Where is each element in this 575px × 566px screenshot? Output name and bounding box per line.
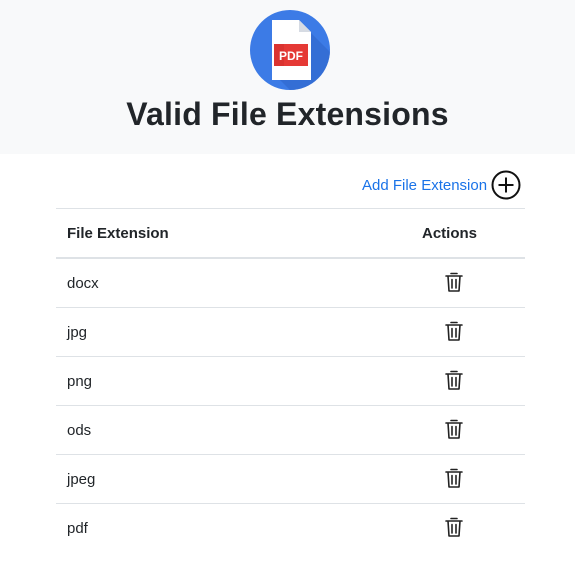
table-row: jpeg [56,455,525,504]
page-title: Valid File Extensions [126,96,449,132]
table-row: pdf [56,504,525,553]
table-row: jpg [56,308,525,357]
trash-icon [444,468,463,488]
table-body: docx jpg png ods jpeg pdf [56,259,525,553]
delete-button[interactable] [442,270,466,294]
column-header-actions: Actions [421,224,477,242]
extension-cell: jpeg [67,470,96,488]
add-extension-link[interactable]: Add File Extension [362,177,487,194]
table-header: File Extension Actions [56,209,525,259]
column-header-extension: File Extension [67,224,169,242]
extension-cell: jpg [67,323,88,341]
delete-button[interactable] [442,368,466,392]
delete-button[interactable] [442,417,466,441]
actions-cell [356,417,525,444]
actions-cell [356,270,525,297]
actions-cell [356,319,525,346]
trash-icon [444,517,463,537]
table-row: ods [56,406,525,455]
add-extension-row: Add File Extension [362,170,521,200]
logo-text: PDF [279,49,303,63]
extension-cell: pdf [67,520,88,537]
extension-cell: png [67,372,93,390]
trash-icon [444,419,463,439]
delete-button[interactable] [442,466,466,490]
actions-cell [356,515,525,542]
plus-circle-icon[interactable] [491,170,521,200]
trash-icon [444,370,463,390]
pdf-logo: PDF [250,10,330,90]
delete-button[interactable] [442,515,466,539]
trash-icon [444,321,463,341]
pdf-file-icon: PDF [272,20,330,90]
extension-cell: ods [67,421,92,439]
actions-cell [356,368,525,395]
actions-cell [356,466,525,493]
table-row: docx [56,259,525,308]
page-header: PDF Valid File Extensions [0,0,575,154]
trash-icon [444,272,463,292]
extension-cell: docx [67,274,99,292]
extensions-table: File Extension Actions docx jpg png ods jpeg… [56,208,525,553]
delete-button[interactable] [442,319,466,343]
table-row: png [56,357,525,406]
